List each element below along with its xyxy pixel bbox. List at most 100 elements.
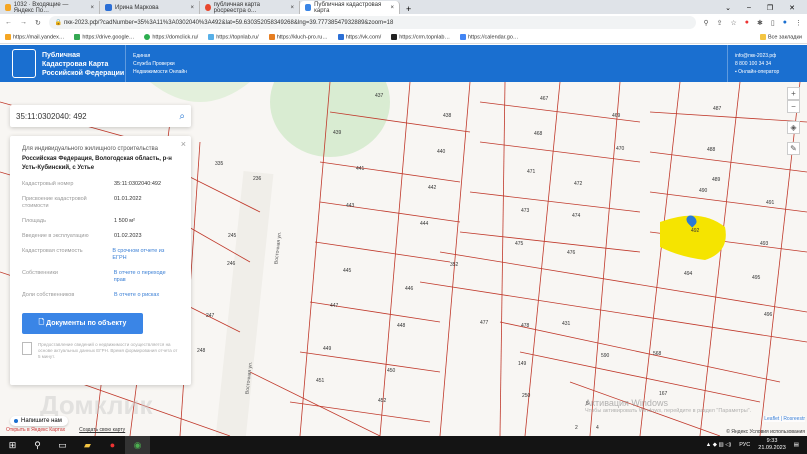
minimize-button[interactable]: – [747, 4, 751, 11]
bookmark[interactable]: https://domclick.ru/ [144, 33, 198, 40]
attribution[interactable]: Leaflet | Rosreestr [764, 416, 805, 422]
tab-vk[interactable]: Ирина Маркова × [100, 1, 200, 14]
parcel-number[interactable]: 437 [375, 93, 384, 99]
parcel-number[interactable]: 4 [596, 425, 599, 431]
task-view-icon[interactable]: ▭ [50, 436, 75, 454]
close-icon[interactable]: × [390, 5, 394, 11]
close-icon[interactable]: × [290, 5, 294, 11]
parcel-number[interactable]: 452 [378, 398, 387, 404]
bookmark[interactable]: https://calendar.go… [459, 33, 518, 40]
forward-icon[interactable]: → [20, 19, 27, 26]
parcel-number[interactable]: 491 [766, 200, 775, 206]
parcel-number[interactable]: 568 [653, 351, 662, 357]
parcel-number[interactable]: 469 [612, 113, 621, 119]
parcel-number[interactable]: 444 [420, 221, 429, 227]
logo-icon[interactable] [12, 49, 36, 78]
yandex-terms[interactable]: © Яндекс Условия использования [726, 429, 805, 435]
profile-avatar[interactable]: ● [783, 19, 787, 26]
language-indicator[interactable]: РУС [739, 442, 750, 448]
parcel-number[interactable]: 451 [316, 378, 325, 384]
reload-icon[interactable]: ↻ [35, 19, 41, 27]
start-button[interactable]: ⊞ [0, 436, 25, 454]
url-input[interactable]: 🔒 пкк-2023.рф/?cadNumber=35%3A11%3A03020… [48, 16, 696, 29]
parcel-number[interactable]: 439 [333, 130, 342, 136]
parcel-number[interactable]: 471 [527, 169, 536, 175]
bookmark[interactable]: https://vk.com/ [337, 33, 381, 40]
parcel-number[interactable]: 245 [228, 233, 237, 239]
parcel-number[interactable]: 478 [521, 323, 530, 329]
parcel-number[interactable]: 490 [699, 188, 708, 194]
parcel-number[interactable]: 476 [567, 250, 576, 256]
search-icon[interactable]: ⚲ [25, 436, 50, 454]
tab-list-icon[interactable]: ⌄ [725, 4, 731, 12]
chrome-icon[interactable]: ◉ [125, 436, 150, 454]
parcel-number[interactable]: 495 [752, 275, 761, 281]
bookmark[interactable]: https://kluch-pro.ru… [268, 33, 328, 40]
cadastral-search-input[interactable]: 35:11:0302040: 492 ⌕ [10, 105, 191, 127]
parcel-number[interactable]: 492 [691, 228, 700, 234]
zoom-in-button[interactable]: + [787, 87, 800, 100]
clock[interactable]: 9:33 21.09.2023 [758, 438, 786, 452]
ruler-icon[interactable]: ✎ [787, 142, 800, 155]
parcel-number[interactable]: 438 [443, 113, 452, 119]
bookmark[interactable]: https://drive.google… [74, 33, 134, 40]
all-bookmarks[interactable]: Все закладки [759, 33, 802, 40]
parcel-number[interactable]: 248 [197, 348, 206, 354]
parcel-number[interactable]: 335 [215, 161, 224, 167]
extension-icon[interactable]: ● [745, 19, 749, 26]
maximize-button[interactable]: ❐ [767, 4, 773, 12]
menu-icon[interactable]: ⋮ [795, 19, 802, 27]
parcel-number[interactable]: 250 [522, 393, 531, 399]
parcel-number[interactable]: 441 [356, 166, 365, 172]
close-window-button[interactable]: ✕ [789, 4, 795, 12]
parcel-number[interactable]: 473 [521, 208, 530, 214]
location-icon[interactable]: ⚲ [704, 19, 709, 27]
parcel-number[interactable]: 447 [330, 303, 339, 309]
parcel-number[interactable]: 236 [253, 176, 262, 182]
parcel-number[interactable]: 475 [515, 241, 524, 247]
parcel-number[interactable]: 496 [764, 312, 773, 318]
operator-link[interactable]: ▪ Онлайн-оператор [735, 68, 779, 76]
parcel-number[interactable]: 149 [518, 361, 527, 367]
bookmark[interactable]: https://crm.topnlab… [391, 33, 450, 40]
parcel-number[interactable]: 167 [659, 391, 668, 397]
close-icon[interactable]: × [190, 5, 194, 11]
documents-button[interactable]: 🗋 Документы по объекту [22, 313, 143, 334]
parcel-number[interactable]: 472 [574, 181, 583, 187]
parcel-number[interactable]: 445 [343, 268, 352, 274]
parcel-number[interactable]: 443 [346, 203, 355, 209]
info-value[interactable]: В отчете о переходе прав [114, 270, 179, 284]
parcel-number[interactable]: 488 [707, 147, 716, 153]
phone-link[interactable]: 8 800 100 34 34 [735, 60, 779, 68]
bookmark[interactable]: https://mail.yandex… [5, 33, 64, 40]
parcel-number[interactable]: 448 [397, 323, 406, 329]
back-icon[interactable]: ← [5, 19, 12, 26]
close-icon[interactable]: × [90, 5, 94, 11]
parcel-number[interactable]: 449 [323, 346, 332, 352]
search-icon[interactable]: ⌕ [179, 111, 185, 122]
parcel-number[interactable]: 431 [562, 321, 571, 327]
parcel-number[interactable]: 474 [572, 213, 581, 219]
parcel-number[interactable]: 246 [227, 261, 236, 267]
file-explorer-icon[interactable]: ▰ [75, 436, 100, 454]
parcel-number[interactable]: 590 [601, 353, 610, 359]
bookmark[interactable]: https://topnlab.ru/ [208, 33, 259, 40]
brand-title[interactable]: Публичная Кадастровая Карта Российской Фед… [42, 51, 124, 78]
email-link[interactable]: info@пкк-2023.рф [735, 52, 779, 60]
sidepanel-icon[interactable]: ▯ [771, 19, 775, 27]
info-value[interactable]: В срочном отчете из ЕГРН [112, 248, 179, 262]
zoom-out-button[interactable]: − [787, 100, 800, 113]
tab-mail[interactable]: 1032 · Входящие — Яндекс По… × [0, 1, 100, 14]
create-map-link[interactable]: Создать свою карту [79, 427, 125, 433]
info-value[interactable]: В отчете о рисках [114, 292, 159, 299]
parcel-number[interactable]: 446 [405, 286, 414, 292]
notifications-icon[interactable]: ▤ [794, 442, 799, 448]
parcel-number[interactable]: 487 [713, 106, 722, 112]
chat-button[interactable]: Напишите нам [10, 416, 68, 426]
parcel-number[interactable]: 489 [712, 177, 721, 183]
star-icon[interactable]: ☆ [731, 19, 737, 27]
parcel-number[interactable]: 494 [684, 271, 693, 277]
share-icon[interactable]: ⇪ [717, 19, 723, 27]
tab-search[interactable]: публичная карта росреестра о… × [200, 1, 300, 14]
parcel-number[interactable]: 467 [540, 96, 549, 102]
